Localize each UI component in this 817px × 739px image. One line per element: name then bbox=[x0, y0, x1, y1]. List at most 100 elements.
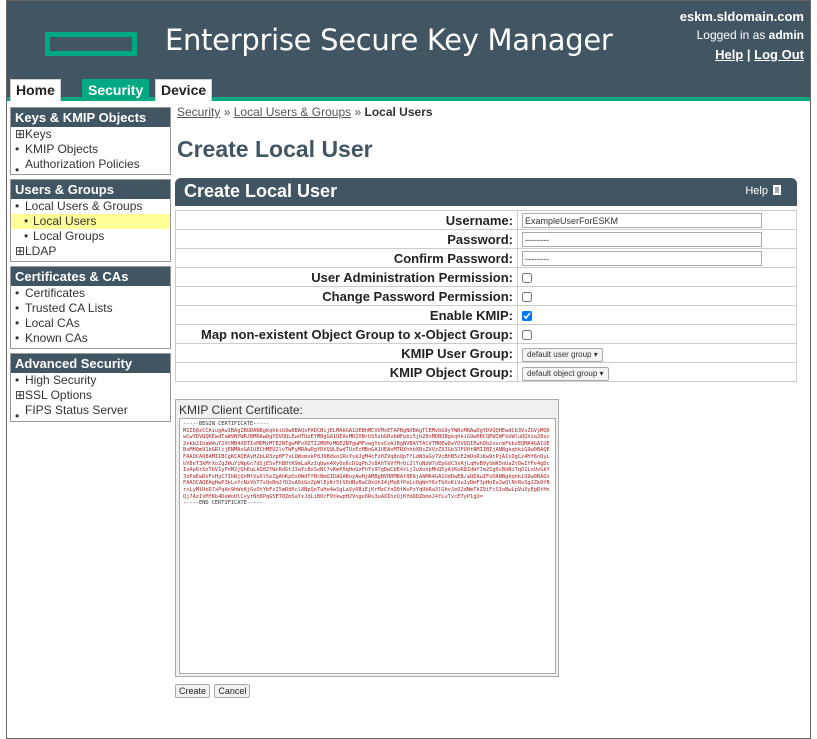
bullet-icon: • bbox=[15, 199, 20, 213]
form-row-enable-kmip: Enable KMIP: bbox=[175, 305, 797, 325]
form-row-confirm-password: Confirm Password: bbox=[175, 248, 797, 268]
kmip-object-group-select[interactable]: default object group ▾ bbox=[522, 366, 609, 381]
logged-in-status: Logged in as admin bbox=[680, 26, 804, 45]
bullet-icon: • bbox=[15, 316, 20, 330]
sidebar-heading-advanced-security[interactable]: Advanced Security bbox=[11, 354, 170, 373]
bullet-icon: • bbox=[15, 331, 20, 345]
sidebar-item-label: Local Users & Groups bbox=[25, 199, 143, 213]
enable-kmip-label: Enable KMIP: bbox=[175, 305, 518, 325]
kmip-user-group-select[interactable]: default user group ▾ bbox=[522, 347, 603, 362]
header-user-area: eskm.sldomain.com Logged in as admin Hel… bbox=[680, 7, 804, 65]
certificate-begin-line: -----BEGIN CERTIFICATE----- bbox=[183, 421, 270, 427]
sidebar-item-keys[interactable]: ⊞ Keys bbox=[11, 127, 170, 142]
sidebar-item-local-users-groups[interactable]: • Local Users & Groups bbox=[11, 199, 170, 214]
username-label: Username: bbox=[175, 210, 518, 230]
form-row-map-object-group: Map non-existent Object Group to x-Objec… bbox=[175, 324, 797, 344]
main-content: Security » Local Users & Groups » Local … bbox=[175, 105, 805, 698]
change-password-checkbox[interactable] bbox=[522, 292, 532, 303]
sidebar-item-fips-status-server[interactable]: • FIPS Status Server bbox=[11, 403, 170, 423]
enable-kmip-checkbox[interactable] bbox=[522, 311, 532, 322]
breadcrumb-current: Local Users bbox=[364, 105, 433, 119]
sidebar-item-label: Keys bbox=[25, 127, 52, 141]
kmip-user-group-value: default user group bbox=[527, 349, 592, 359]
breadcrumb-link-security[interactable]: Security bbox=[177, 105, 220, 119]
sidebar-heading-keys[interactable]: Keys & KMIP Objects bbox=[11, 108, 170, 127]
expand-icon: ⊞ bbox=[15, 388, 26, 402]
sidebar-item-trusted-ca-lists[interactable]: • Trusted CA Lists bbox=[11, 301, 170, 316]
sidebar-item-label: Certificates bbox=[25, 286, 86, 300]
chevron-down-icon: ▾ bbox=[599, 368, 604, 378]
sidebar-item-high-security[interactable]: • High Security bbox=[11, 373, 170, 388]
sidebar-heading-users-groups[interactable]: Users & Groups bbox=[11, 180, 170, 199]
bullet-icon: • bbox=[15, 409, 20, 423]
sidebar-item-ssl-options[interactable]: ⊞ SSL Options bbox=[11, 388, 170, 403]
kmip-user-group-label: KMIP User Group: bbox=[175, 343, 518, 363]
breadcrumb-separator: » bbox=[223, 105, 231, 119]
sidebar-item-local-groups[interactable]: • Local Groups bbox=[11, 229, 170, 244]
sidebar-item-certificates[interactable]: • Certificates bbox=[11, 286, 170, 301]
username-input[interactable] bbox=[522, 213, 762, 229]
change-password-cell bbox=[517, 286, 797, 306]
certificate-end-line: -----END CERTIFICATE----- bbox=[183, 500, 263, 507]
password-input[interactable] bbox=[522, 232, 762, 248]
sidebar-item-ldap[interactable]: ⊞ LDAP bbox=[11, 244, 170, 261]
username-cell bbox=[517, 210, 797, 230]
help-link[interactable]: Help bbox=[715, 47, 743, 62]
cancel-button[interactable]: Cancel bbox=[214, 684, 251, 698]
bullet-icon: • bbox=[15, 301, 20, 315]
logged-in-prefix: Logged in as bbox=[696, 28, 769, 42]
create-button[interactable]: Create bbox=[175, 684, 211, 698]
form-row-user-admin: User Administration Permission: bbox=[175, 267, 797, 287]
kmip-client-certificate-box: KMIP Client Certificate: -----BEGIN CERT… bbox=[175, 399, 559, 677]
sidebar-section-keys: Keys & KMIP Objects ⊞ Keys • KMIP Objects … bbox=[10, 107, 171, 177]
sidebar-item-label: Authorization Policies bbox=[25, 157, 140, 171]
bullet-icon: • bbox=[24, 229, 29, 243]
confirm-password-label: Confirm Password: bbox=[175, 248, 518, 268]
tab-home[interactable]: Home bbox=[10, 79, 61, 101]
user-admin-cell bbox=[517, 267, 797, 287]
sidebar-item-label: SSL Options bbox=[25, 388, 92, 402]
sidebar-item-label: FIPS Status Server bbox=[25, 403, 128, 417]
user-admin-label: User Administration Permission: bbox=[175, 267, 518, 287]
sidebar-item-local-users[interactable]: • Local Users bbox=[11, 214, 170, 229]
breadcrumb-separator: » bbox=[354, 105, 362, 119]
sidebar-item-authorization-policies[interactable]: • Authorization Policies bbox=[11, 157, 170, 177]
form-row-kmip-object-group: KMIP Object Group: default object group … bbox=[175, 362, 797, 382]
sidebar-item-label: Local Groups bbox=[33, 229, 105, 243]
host-name: eskm.sldomain.com bbox=[679, 9, 804, 24]
page-title: Create Local User bbox=[177, 136, 373, 162]
certificate-body: MIIDQzCCAiugAwIBAgIBGDANBgkqhkiG9w0BAQsF… bbox=[183, 427, 550, 500]
tab-device[interactable]: Device bbox=[155, 79, 213, 101]
tab-security[interactable]: Security bbox=[82, 79, 150, 101]
kmip-client-certificate-textarea[interactable]: -----BEGIN CERTIFICATE----- MIIDQzCCAiug… bbox=[179, 418, 556, 674]
logout-link[interactable]: Log Out bbox=[754, 47, 804, 62]
sidebar-item-label: Known CAs bbox=[25, 331, 88, 345]
sidebar-item-local-cas[interactable]: • Local CAs bbox=[11, 316, 170, 331]
breadcrumb-link-local-users-groups[interactable]: Local Users & Groups bbox=[234, 105, 351, 119]
map-object-group-checkbox[interactable] bbox=[522, 330, 532, 341]
expand-icon: ⊞ bbox=[15, 244, 26, 258]
create-user-form: Username: Password: Confirm Password: Us… bbox=[175, 210, 797, 382]
sidebar-item-known-cas[interactable]: • Known CAs bbox=[11, 331, 170, 348]
sidebar-item-label: High Security bbox=[25, 373, 97, 387]
breadcrumb: Security » Local Users & Groups » Local … bbox=[177, 105, 805, 123]
sidebar-item-kmip-objects[interactable]: • KMIP Objects bbox=[11, 142, 170, 157]
user-admin-checkbox[interactable] bbox=[522, 273, 532, 284]
chevron-down-icon: ▾ bbox=[593, 349, 598, 359]
confirm-password-input[interactable] bbox=[522, 251, 762, 267]
expand-icon: ⊞ bbox=[15, 127, 26, 141]
sidebar-item-label: KMIP Objects bbox=[25, 142, 99, 156]
document-icon bbox=[773, 185, 781, 195]
panel-help-link[interactable]: Help bbox=[745, 185, 781, 197]
panel-title: Create Local User bbox=[184, 181, 338, 201]
bullet-icon: • bbox=[24, 214, 29, 228]
sidebar-heading-certificates[interactable]: Certificates & CAs bbox=[11, 267, 170, 286]
password-cell bbox=[517, 229, 797, 249]
change-password-label: Change Password Permission: bbox=[175, 286, 518, 306]
sidebar-section-users-groups: Users & Groups • Local Users & Groups • Lo… bbox=[10, 179, 171, 262]
panel-header: Create Local User Help bbox=[175, 178, 797, 206]
form-row-password: Password: bbox=[175, 229, 797, 249]
enable-kmip-cell bbox=[517, 305, 797, 325]
kmip-client-certificate-label: KMIP Client Certificate: bbox=[179, 403, 303, 417]
kmip-object-group-label: KMIP Object Group: bbox=[175, 362, 518, 382]
